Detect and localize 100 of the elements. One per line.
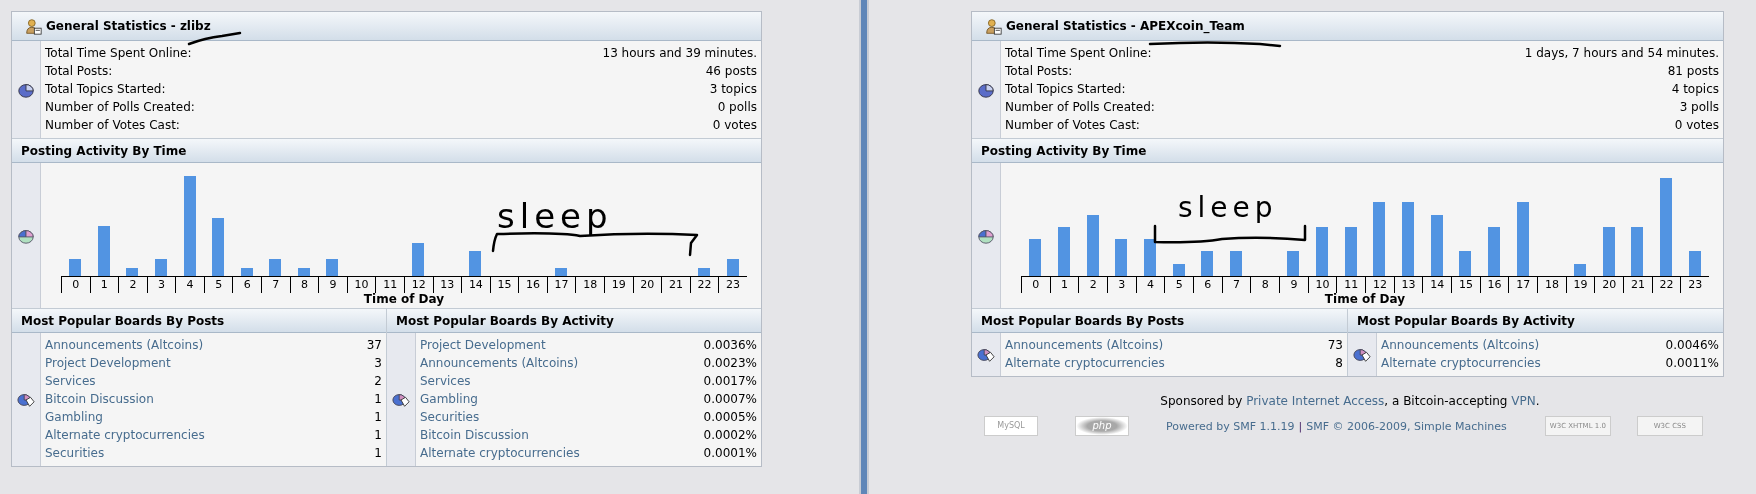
- section-header: Most Popular Boards By Posts: [972, 308, 1347, 333]
- stat-label: Number of Polls Created:: [1005, 99, 1155, 116]
- hour-label: 21: [661, 277, 690, 293]
- hour-label: 2: [118, 277, 147, 293]
- hour-label: 4: [175, 277, 204, 293]
- hour-label: 1: [89, 277, 119, 293]
- link[interactable]: VPN: [1511, 394, 1536, 408]
- hour-label: 23: [718, 277, 747, 293]
- stat-label: Total Time Spent Online:: [45, 45, 192, 62]
- board-link[interactable]: Alternate cryptocurrencies: [45, 426, 205, 444]
- chart-bar: [698, 268, 710, 276]
- hour-label: 13: [1393, 277, 1423, 293]
- hour-label: 22: [689, 277, 719, 293]
- board-link[interactable]: Securities: [420, 408, 480, 426]
- board-link[interactable]: Announcements (Altcoins): [1381, 336, 1540, 354]
- stat-value: 3 polls: [1679, 99, 1719, 116]
- stat-value: 46 posts: [705, 63, 757, 80]
- hour-label: 8: [1250, 277, 1280, 293]
- chart-bar: [1602, 227, 1615, 276]
- chart-bar: [1230, 251, 1243, 276]
- hour-label: 13: [432, 277, 462, 293]
- board-link[interactable]: Services: [420, 372, 471, 390]
- chart-bar: [1086, 215, 1099, 276]
- chart-bar: [1631, 227, 1644, 276]
- chart-bar: [126, 268, 139, 276]
- board-link[interactable]: Announcements (Altcoins): [1005, 336, 1164, 354]
- board-link[interactable]: Project Development: [45, 354, 171, 372]
- chart-bar: [1172, 264, 1185, 276]
- section-header: Most Popular Boards By Activity: [387, 308, 761, 333]
- board-value: 0.0002%: [703, 427, 757, 444]
- board-link[interactable]: Bitcoin Discussion: [420, 426, 529, 444]
- board-value: 0.0011%: [1665, 355, 1719, 372]
- separator: |: [1298, 419, 1303, 433]
- hour-label: 3: [146, 277, 176, 293]
- user-icon: [25, 17, 42, 35]
- stat-value: 0 polls: [717, 99, 757, 116]
- chart-bar: [1201, 251, 1214, 276]
- board-link[interactable]: Announcements (Altcoins): [45, 336, 204, 354]
- board-link[interactable]: Project Development: [420, 336, 546, 354]
- stat-value: 1 days, 7 hours and 54 minutes.: [1524, 45, 1719, 62]
- board-link[interactable]: Alternate cryptocurrencies: [1005, 354, 1165, 372]
- underline-stroke: [187, 31, 242, 46]
- chart-bar: [1688, 251, 1701, 276]
- stat-label: Number of Polls Created:: [45, 99, 195, 116]
- chart-bar: [269, 259, 282, 276]
- board-value: 0.0023%: [703, 355, 757, 372]
- hour-label: 2: [1078, 277, 1107, 293]
- section-title: General Statistics - APEXcoin_Team: [1006, 19, 1245, 33]
- chart-bar: [1430, 215, 1443, 276]
- link[interactable]: Powered by SMF 1.1.19: [1166, 419, 1295, 433]
- board-value: 1: [374, 391, 382, 408]
- board-link[interactable]: Alternate cryptocurrencies: [1381, 354, 1541, 372]
- hour-label: 3: [1107, 277, 1136, 293]
- axis-label: Time of Day: [362, 293, 446, 306]
- hour-label: 18: [1537, 277, 1566, 293]
- stat-label: Total Posts:: [1005, 63, 1073, 80]
- hour-label: 15: [489, 277, 519, 293]
- chart-bar: [240, 268, 253, 276]
- hour-label: 22: [1651, 277, 1681, 293]
- axis-label: Time of Day: [1323, 293, 1407, 306]
- stat-value: 13 hours and 39 minutes.: [602, 45, 757, 62]
- hour-label: 15: [1451, 277, 1480, 293]
- chart-bar: [469, 251, 482, 276]
- stat-label: Total Time Spent Online:: [1005, 45, 1152, 62]
- handwritten-note: sleep: [497, 196, 613, 236]
- hour-label: 12: [403, 277, 433, 293]
- mysql-badge[interactable]: MySQL: [984, 416, 1038, 436]
- section-header: Most Popular Boards By Posts: [12, 308, 386, 333]
- board-link[interactable]: Services: [45, 372, 96, 390]
- board-link[interactable]: Gambling: [420, 390, 478, 408]
- hour-label: 17: [1508, 277, 1538, 293]
- board-value: 0.0007%: [703, 391, 757, 408]
- board-value: 0.0046%: [1665, 337, 1719, 354]
- chart-bar: [555, 268, 568, 276]
- board-value: 1: [374, 445, 382, 462]
- board-value: 0.0017%: [703, 373, 757, 390]
- hour-label: 20: [1594, 277, 1624, 293]
- board-link[interactable]: Bitcoin Discussion: [45, 390, 154, 408]
- chart-bar: [412, 243, 425, 276]
- link[interactable]: SMF © 2006-2009, Simple Machines: [1306, 419, 1507, 433]
- chart-bar: [1058, 227, 1070, 276]
- chart-bar: [97, 226, 110, 276]
- hour-label: 17: [546, 277, 576, 293]
- hour-label: 0: [1021, 277, 1050, 293]
- board-link[interactable]: Gambling: [45, 408, 103, 426]
- board-link[interactable]: Announcements (Altcoins): [420, 354, 579, 372]
- board-value: 37: [366, 337, 382, 354]
- hour-label: 11: [1336, 277, 1366, 293]
- board-link[interactable]: Alternate cryptocurrencies: [420, 444, 580, 462]
- board-value: 0.0036%: [703, 337, 757, 354]
- chart-bar: [326, 259, 339, 276]
- board-link[interactable]: Securities: [45, 444, 105, 462]
- hour-label: 21: [1623, 277, 1652, 293]
- hour-label: 16: [518, 277, 547, 293]
- hour-label: 16: [1479, 277, 1509, 293]
- hour-label: 8: [289, 277, 319, 293]
- hour-label: 20: [632, 277, 662, 293]
- hour-label: 19: [1565, 277, 1595, 293]
- sponsor-text: Sponsored by Private Internet Access, a Bitcoin-accepting VPN.: [1159, 394, 1541, 408]
- section-header: Posting Activity By Time: [12, 138, 761, 163]
